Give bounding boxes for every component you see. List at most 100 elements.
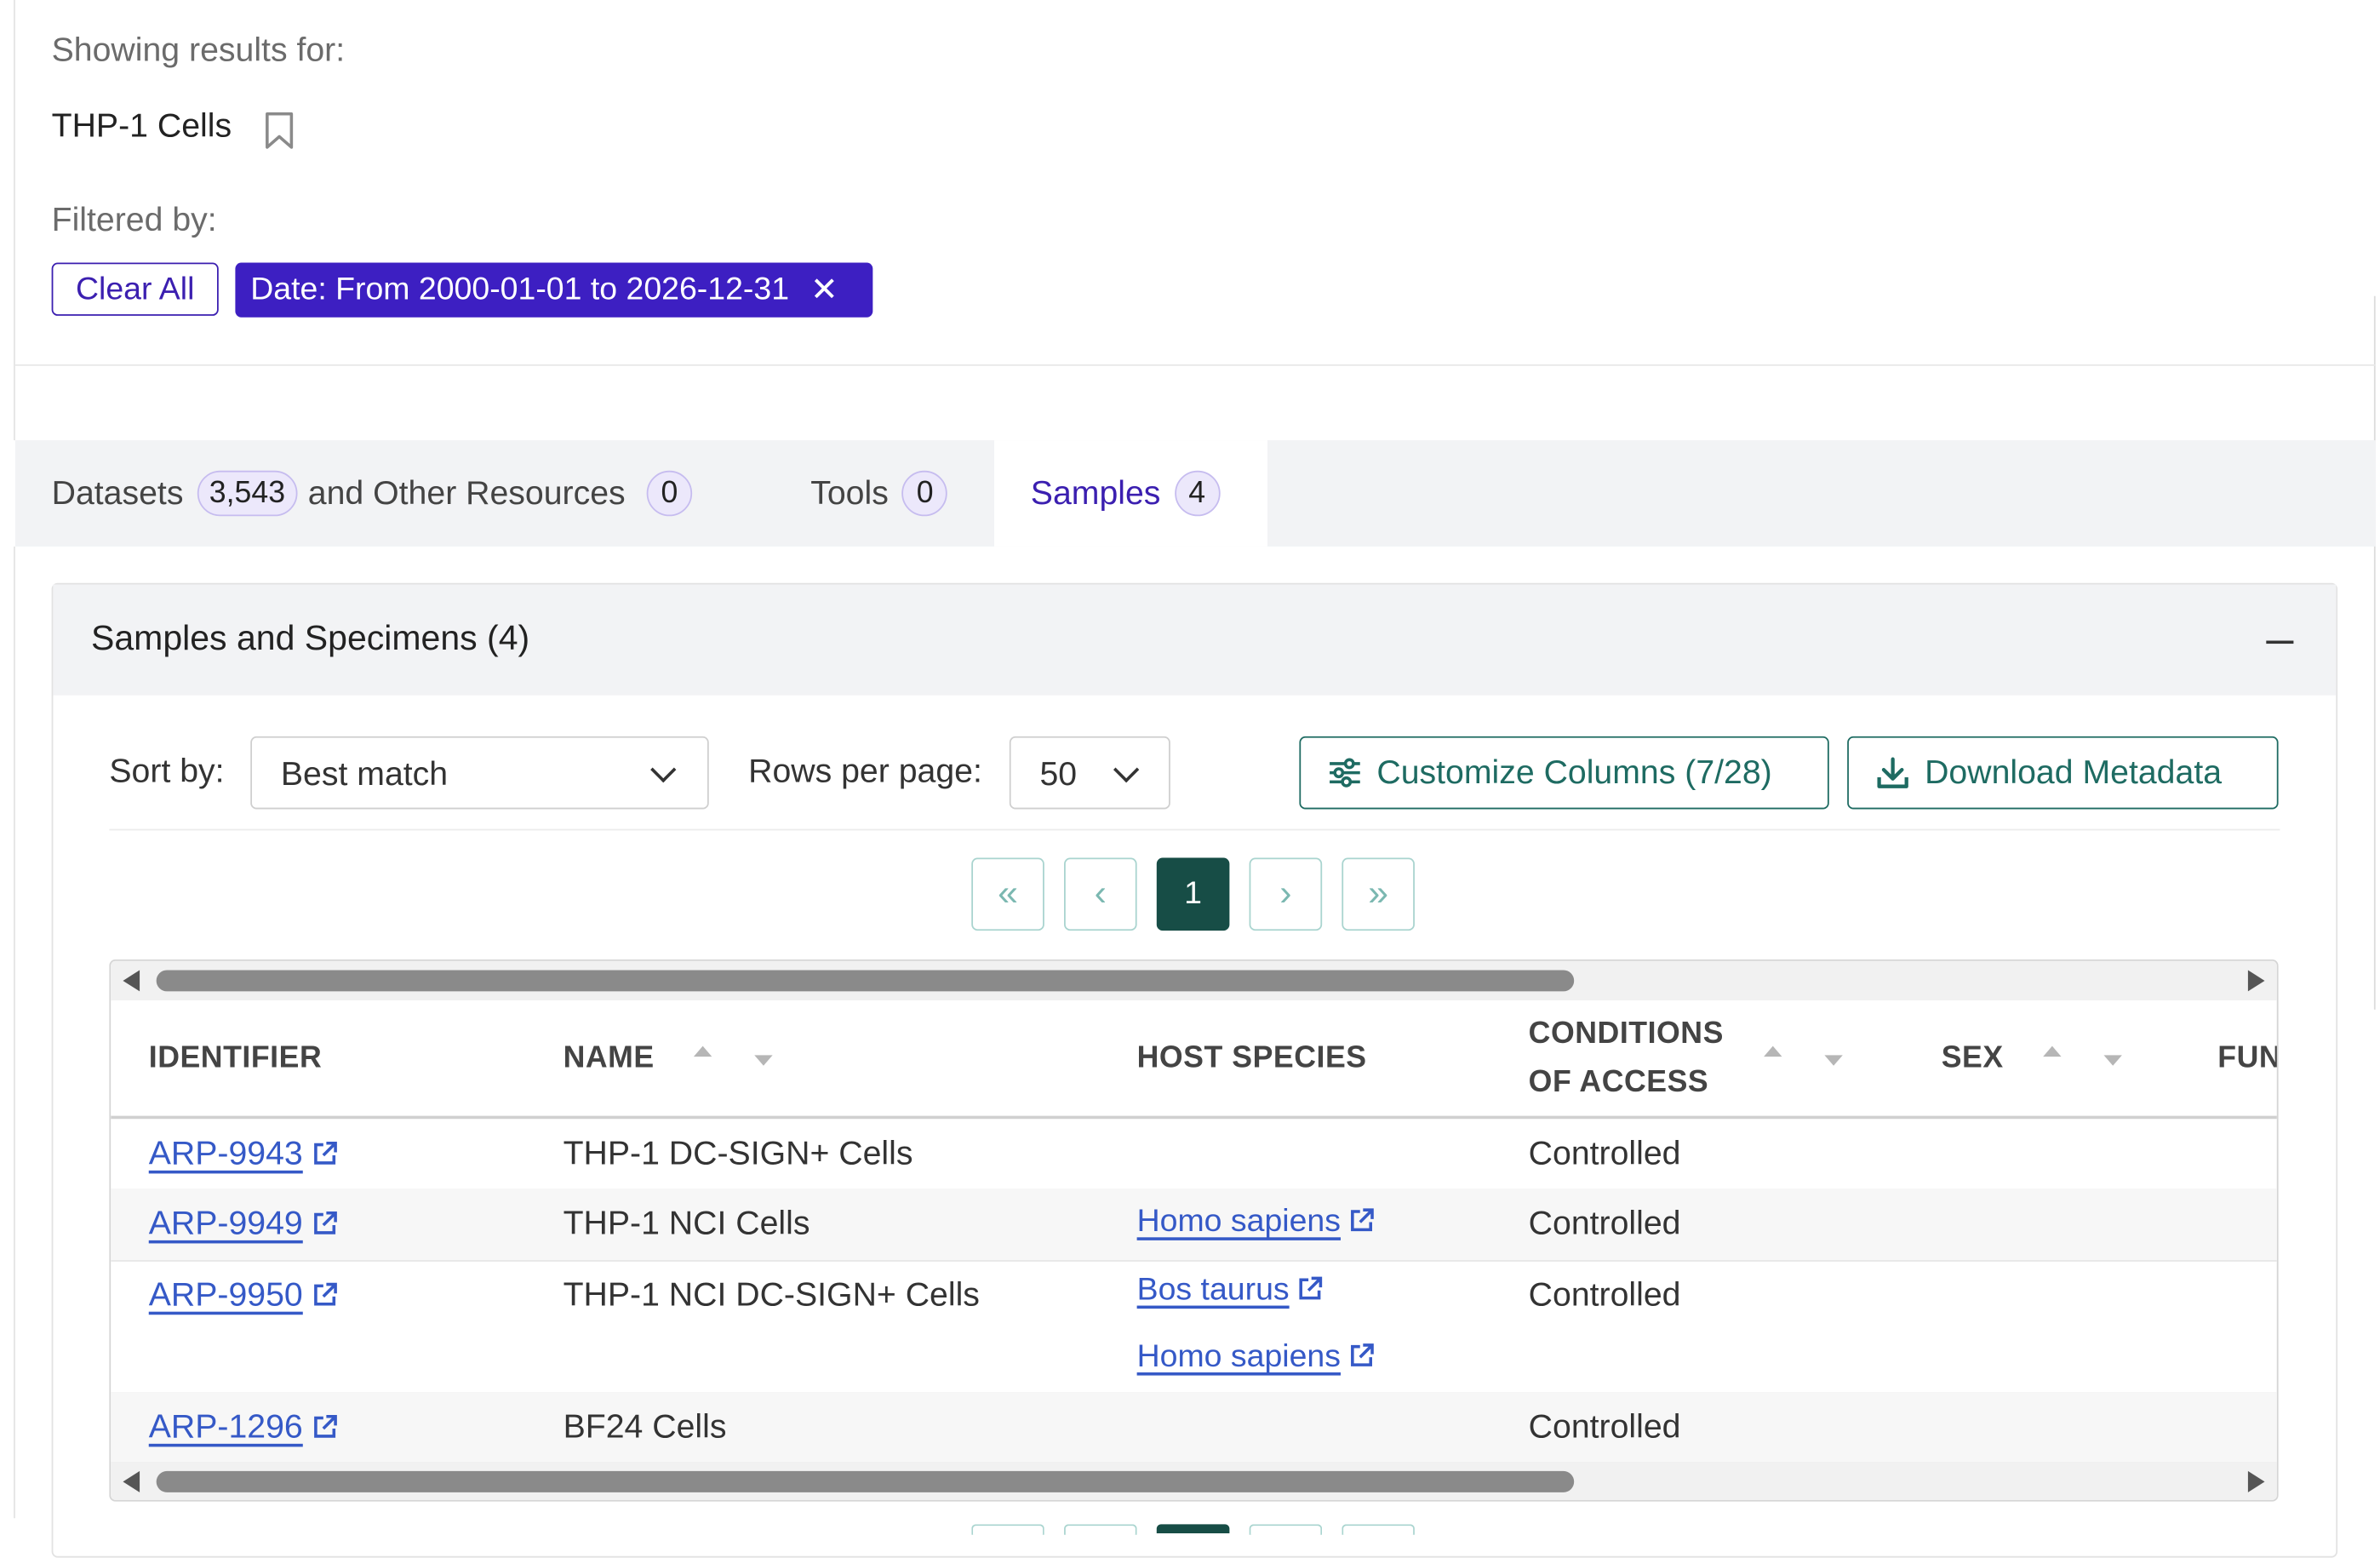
scroll-left-icon[interactable] [123, 970, 140, 992]
tab-tools[interactable]: Tools 0 [810, 440, 948, 547]
customize-columns-label: Customize Columns (7/28) [1376, 753, 1772, 792]
pagination-bottom-peek [1064, 1524, 1137, 1535]
column-header-sex-label: SEX [1941, 1040, 2004, 1074]
table-row: ARP-1296 BF24 Cells Controlled [111, 1392, 2277, 1464]
tab-tools-count: 0 [901, 470, 948, 517]
external-link-icon [1351, 1343, 1375, 1366]
sample-name: THP-1 NCI Cells [563, 1204, 810, 1242]
tab-other-resources-label: and Other Resources [307, 473, 626, 512]
rows-per-page-select[interactable]: 50 [1009, 736, 1170, 810]
sample-name: THP-1 DC-SIGN+ Cells [563, 1134, 913, 1172]
horizontal-scrollbar-bottom[interactable] [111, 1462, 2277, 1500]
bookmark-icon[interactable] [264, 111, 295, 150]
rows-per-page-value: 50 [1039, 754, 1078, 793]
chevron-down-icon [1113, 756, 1140, 783]
sample-name: THP-1 NCI DC-SIGN+ Cells [563, 1274, 980, 1314]
external-link-icon [313, 1211, 337, 1234]
remove-filter-icon[interactable]: ✕ [810, 270, 838, 309]
tab-samples[interactable]: Samples 4 [993, 440, 1267, 547]
tab-samples-label: Samples [1030, 473, 1161, 512]
date-filter-label: Date: From 2000-01-01 to 2026-12-31 [250, 272, 790, 307]
prev-page-button[interactable]: ‹ [1064, 857, 1137, 931]
search-results-page: Showing results for: THP-1 Cells Filtere… [0, 0, 2380, 1558]
last-page-button[interactable]: » [1342, 857, 1415, 931]
customize-columns-button[interactable]: Customize Columns (7/28) [1299, 736, 1829, 810]
pagination-bottom-peek [971, 1524, 1044, 1535]
toolbar-divider [109, 828, 2280, 831]
download-metadata-label: Download Metadata [1925, 753, 2223, 792]
column-header-name[interactable]: NAME [564, 1000, 773, 1116]
access-condition: Controlled [1528, 1134, 1681, 1172]
next-page-button[interactable]: › [1249, 857, 1323, 931]
external-link-icon [313, 1282, 337, 1306]
tab-other-resources-count: 0 [646, 470, 693, 517]
column-header-sex[interactable]: SEX [1942, 1000, 2122, 1116]
access-condition: Controlled [1528, 1407, 1681, 1446]
header-divider [14, 364, 2376, 366]
scroll-right-icon[interactable] [2247, 1470, 2265, 1492]
tab-samples-count: 4 [1174, 470, 1220, 517]
column-header-identifier: IDENTIFIER [148, 1040, 323, 1074]
scroll-right-icon[interactable] [2247, 970, 2265, 992]
external-link-icon [1300, 1276, 1323, 1300]
column-header-host-species: HOST SPECIES [1136, 1040, 1367, 1074]
external-link-icon [313, 1141, 337, 1165]
host-species-link[interactable]: Bos taurus [1137, 1272, 1324, 1309]
panel-title: Samples and Specimens (4) [90, 617, 530, 658]
host-species-link[interactable]: Homo sapiens [1137, 1204, 1376, 1240]
external-link-icon [1351, 1208, 1375, 1232]
result-tabs: Datasets 3,543 and Other Resources 0 Too… [14, 440, 2376, 547]
sort-by-label: Sort by: [109, 751, 225, 790]
samples-panel: Samples and Specimens (4) Sort by: Best … [51, 582, 2338, 1558]
column-header-truncated: FUN [2217, 1040, 2279, 1074]
sort-arrows-icon[interactable] [1763, 1045, 1843, 1066]
tab-datasets[interactable]: Datasets 3,543 and Other Resources 0 [52, 440, 693, 547]
access-condition: Controlled [1528, 1274, 1681, 1314]
download-metadata-button[interactable]: Download Metadata [1847, 736, 2279, 810]
clear-all-button[interactable]: Clear All [51, 262, 219, 316]
access-condition: Controlled [1528, 1204, 1681, 1242]
identifier-link[interactable]: ARP-9950 [149, 1275, 338, 1315]
sort-arrows-icon[interactable] [694, 1045, 773, 1066]
external-link-icon [313, 1414, 337, 1438]
sliders-icon [1330, 758, 1360, 788]
column-header-conditions-of-access[interactable]: CONDITIONS OF ACCESS [1528, 1000, 1843, 1116]
first-page-button[interactable]: « [971, 857, 1044, 931]
table-row: ARP-9949 THP-1 NCI Cells Homo sapiens Co… [111, 1189, 2277, 1262]
chevron-down-icon [650, 756, 677, 783]
pagination-bottom-peek [1156, 1524, 1230, 1534]
date-filter-chip[interactable]: Date: From 2000-01-01 to 2026-12-31 ✕ [235, 262, 873, 318]
filtered-by-label: Filtered by: [51, 200, 217, 238]
scroll-left-icon[interactable] [123, 1470, 140, 1492]
sample-name: BF24 Cells [563, 1407, 727, 1446]
left-divider [14, 546, 15, 1519]
identifier-link[interactable]: ARP-9943 [149, 1134, 338, 1173]
horizontal-scrollbar-top[interactable] [111, 960, 2277, 1001]
search-query: THP-1 Cells [51, 106, 232, 145]
table-row: ARP-9943 THP-1 DC-SIGN+ Cells Controlled [111, 1119, 2277, 1191]
pagination-bottom-peek [1342, 1524, 1415, 1535]
rows-per-page-label: Rows per page: [748, 751, 982, 790]
scrollbar-thumb[interactable] [156, 970, 1575, 992]
host-species-link[interactable]: Homo sapiens [1137, 1339, 1376, 1376]
tab-tools-label: Tools [810, 473, 889, 512]
sort-by-value: Best match [280, 754, 449, 793]
scrollbar-thumb[interactable] [156, 1470, 1575, 1492]
sort-by-select[interactable]: Best match [250, 736, 709, 810]
showing-results-label: Showing results for: [51, 30, 346, 69]
identifier-link[interactable]: ARP-9949 [149, 1204, 338, 1243]
collapse-icon[interactable] [2266, 640, 2294, 644]
samples-table: IDENTIFIER NAME HOST SPECIES CONDITIONS O… [109, 959, 2279, 1502]
sort-arrows-icon[interactable] [2043, 1045, 2122, 1066]
panel-header[interactable]: Samples and Specimens (4) [53, 584, 2337, 696]
left-divider [14, 0, 15, 441]
column-header-access-label: CONDITIONS OF ACCESS [1528, 1017, 1724, 1100]
column-header-name-label: NAME [563, 1040, 655, 1074]
pagination-bottom-peek [1249, 1524, 1323, 1535]
right-divider [2373, 295, 2376, 1010]
tab-datasets-count: 3,543 [197, 470, 298, 517]
download-icon [1877, 757, 1908, 788]
current-page-button[interactable]: 1 [1156, 857, 1230, 931]
identifier-link[interactable]: ARP-1296 [149, 1407, 338, 1446]
tab-datasets-label: Datasets [51, 473, 184, 512]
